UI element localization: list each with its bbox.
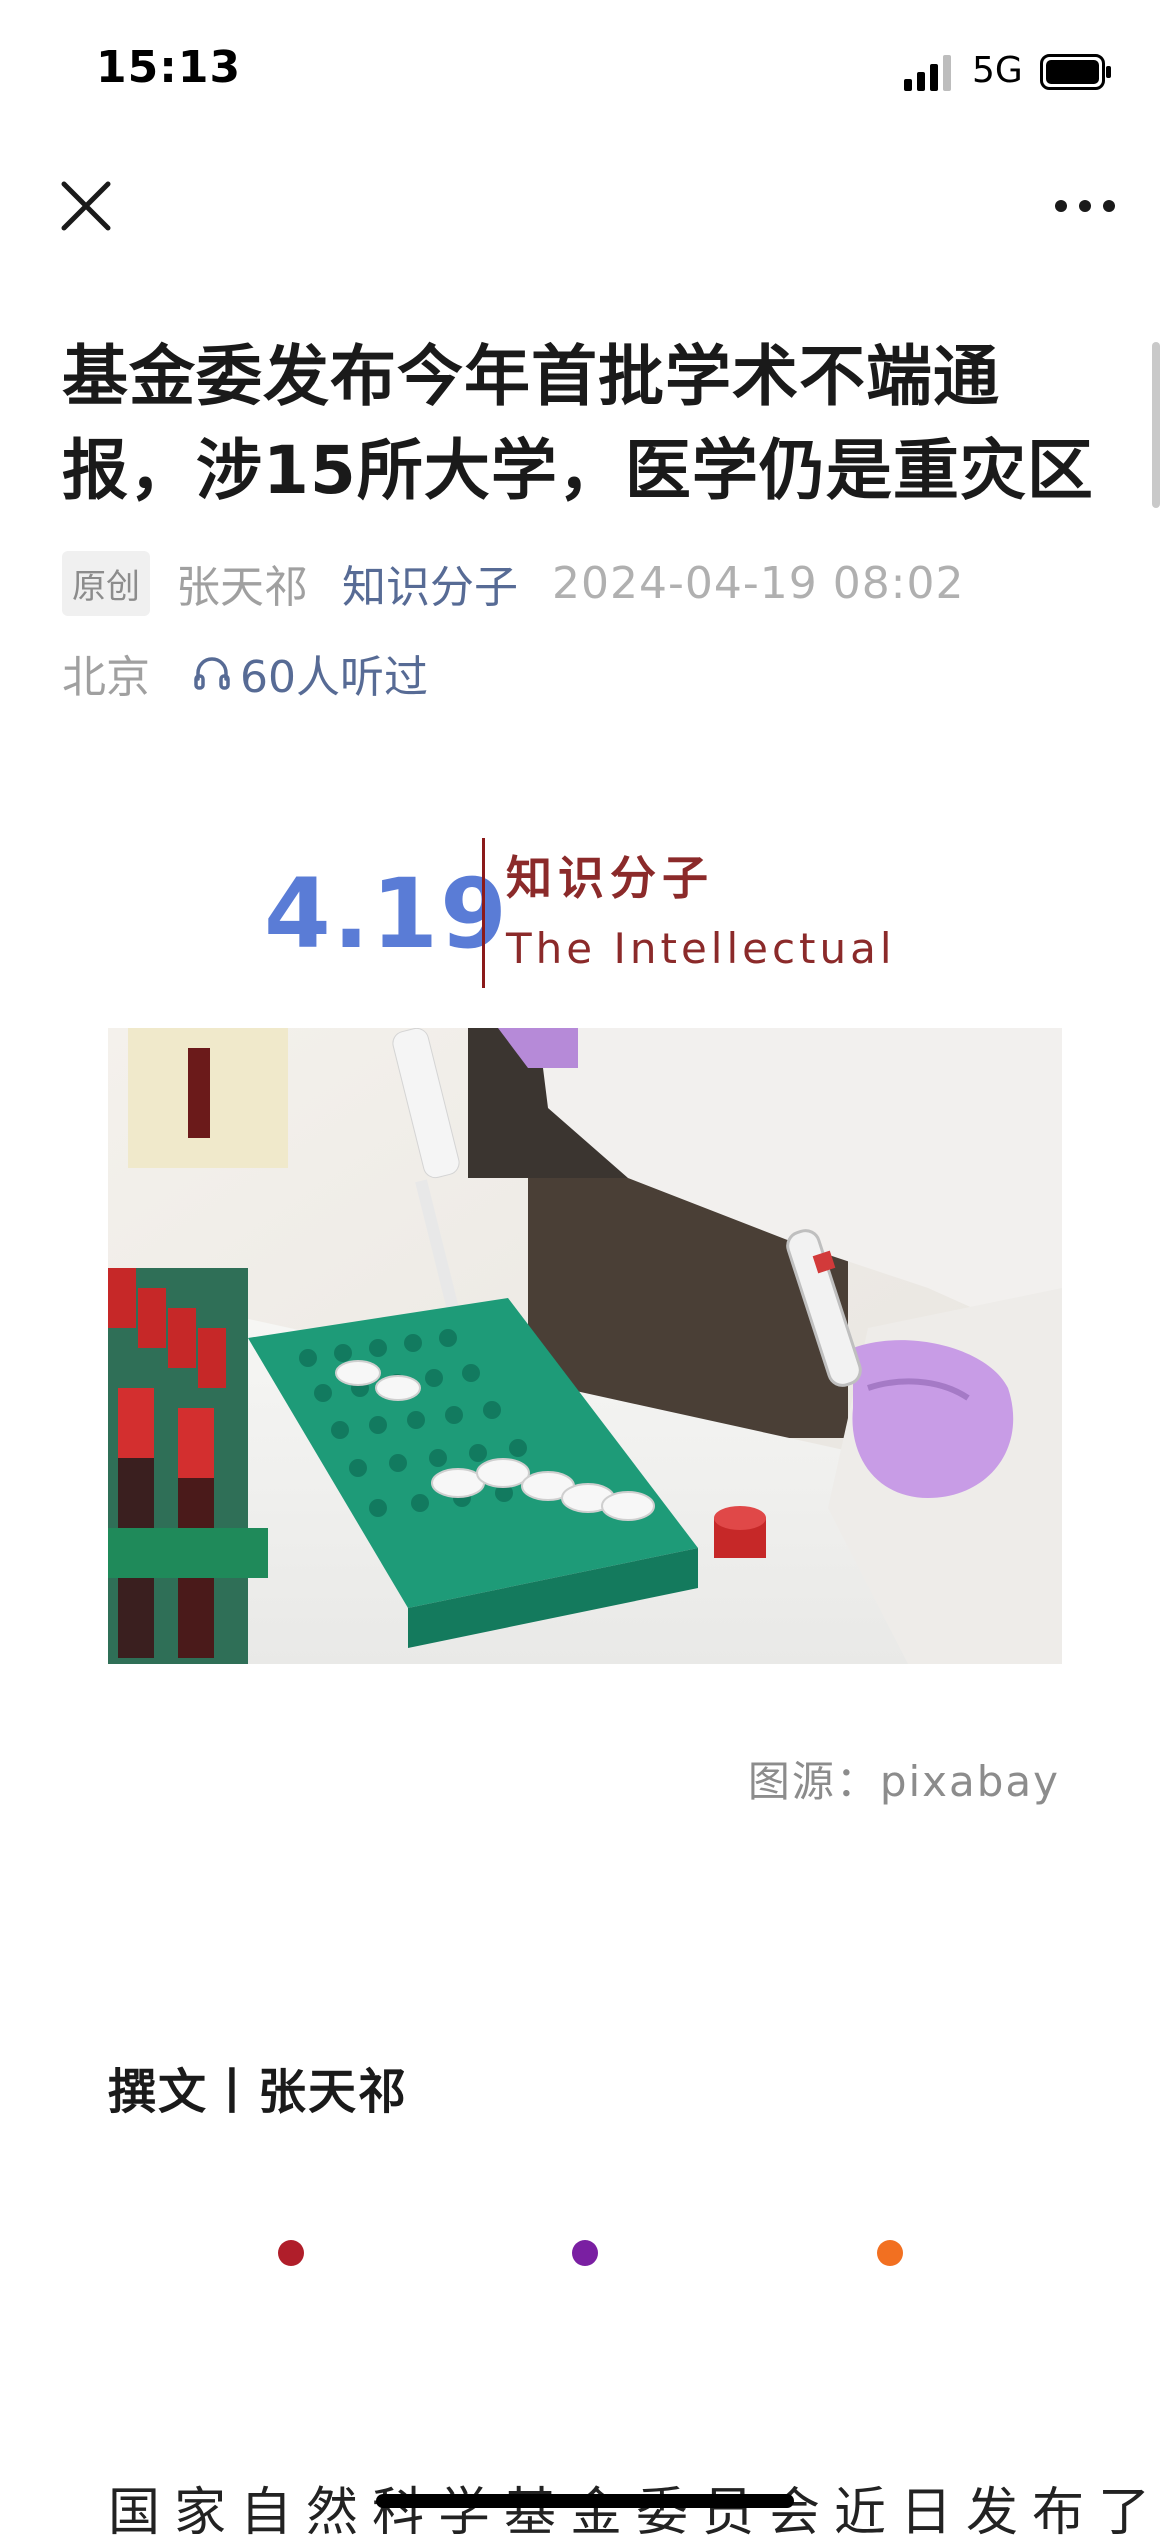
header-brand-en: The Intellectual [506, 924, 896, 973]
article-meta: 原创 张天祁 知识分子 2024-04-19 08:02 [62, 550, 965, 616]
location: 北京 [62, 652, 150, 703]
byline: 撰文丨张天祁 [108, 2064, 409, 2120]
listen-count-button[interactable]: 60人听过 [192, 641, 428, 705]
signal-icon [904, 55, 951, 91]
decor-dot-orange [877, 2240, 903, 2266]
more-icon[interactable] [1054, 192, 1116, 220]
listen-count: 60人听过 [240, 652, 428, 703]
header-divider [482, 838, 485, 988]
decor-dot-red [278, 2240, 304, 2266]
lab-photo[interactable] [108, 1028, 1062, 1664]
publish-date: 2024-04-19 08:02 [552, 557, 965, 609]
home-indicator[interactable] [376, 2494, 794, 2508]
decor-dot-purple [572, 2240, 598, 2266]
author-name: 张天祁 [176, 562, 308, 613]
account-link[interactable]: 知识分子 [342, 551, 518, 615]
image-caption: 图源：pixabay [747, 1757, 1060, 1806]
close-icon[interactable] [58, 178, 114, 234]
header-date: 4.19 [264, 858, 509, 970]
headphones-icon [194, 657, 230, 690]
status-time: 15:13 [96, 42, 242, 93]
article-meta-2: 北京 60人听过 [62, 640, 428, 706]
battery-icon [1040, 54, 1111, 90]
article-title: 基金委发布今年首批学术不端通报，涉15所大学，医学仍是重灾区 [62, 338, 1094, 509]
original-badge: 原创 [62, 550, 150, 616]
network-type: 5G [972, 50, 1023, 91]
header-brand-cn: 知识分子 [506, 851, 714, 905]
scrollbar[interactable] [1152, 342, 1160, 508]
